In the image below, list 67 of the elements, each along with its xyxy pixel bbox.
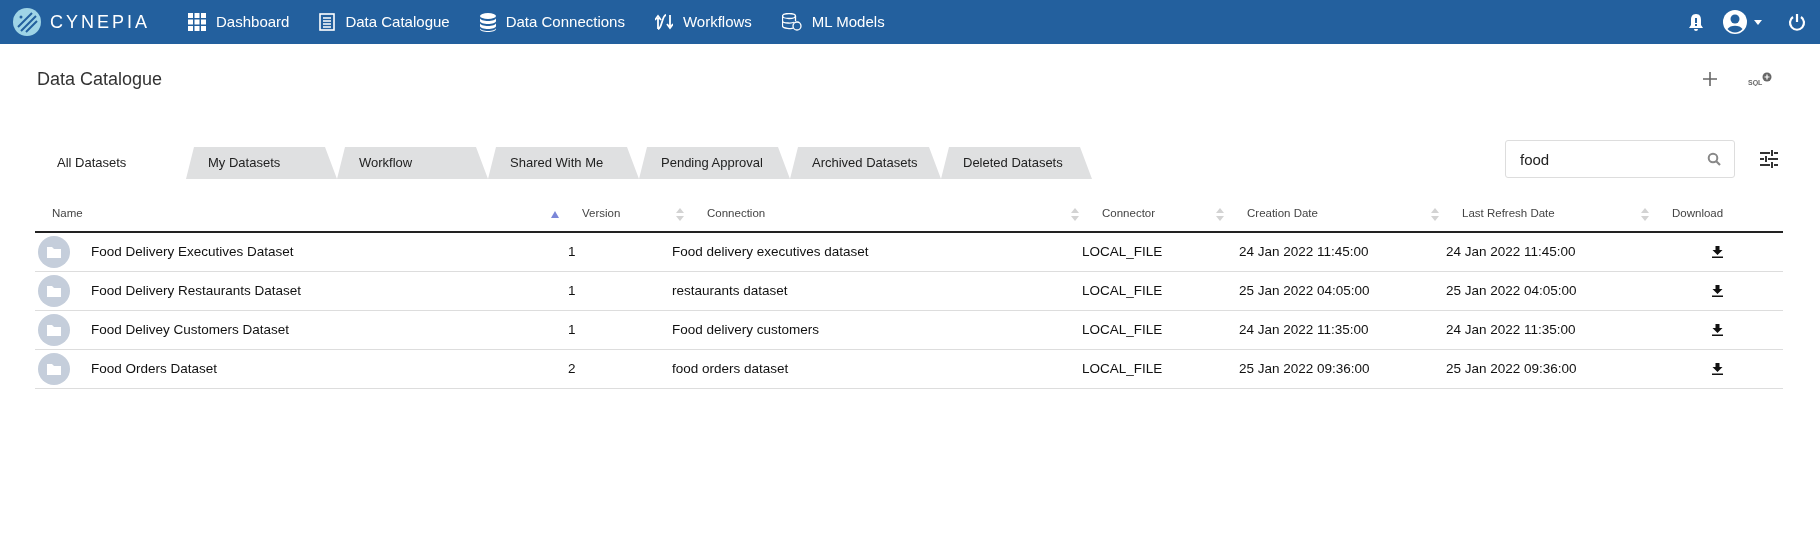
table-cell-text: 24 Jan 2022 11:45:00 <box>1239 242 1369 261</box>
table-cell-text: 25 Jan 2022 04:05:00 <box>1446 281 1577 300</box>
table-cell-text: LOCAL_FILE <box>1082 242 1163 261</box>
table-cell-text: 25 Jan 2022 09:36:00 <box>1446 359 1577 378</box>
download-icon[interactable] <box>1711 363 1723 375</box>
folder-icon <box>38 275 70 307</box>
column-header[interactable]: Last Refresh Date <box>1462 205 1555 223</box>
table-cell-text: Food Orders Dataset <box>91 359 218 378</box>
logo-text: CYNEPIA <box>50 10 151 34</box>
bell-icon[interactable] <box>1688 12 1704 32</box>
table-cell-text: Food Delivery Restaurants Dataset <box>91 281 302 300</box>
tab[interactable]: My Datasets <box>186 147 337 179</box>
column-header[interactable]: Connection <box>707 205 766 223</box>
download-icon[interactable] <box>1711 324 1723 336</box>
tab[interactable]: Archived Datasets <box>790 147 941 179</box>
nav-link[interactable]: Data Catalogue <box>319 10 450 34</box>
table-cell-text: Food Delivey Customers Dataset <box>91 320 290 339</box>
document-icon <box>319 13 336 31</box>
arrows-up-down-icon <box>654 14 673 30</box>
tab[interactable]: Deleted Datasets <box>941 147 1092 179</box>
search-field[interactable]: food <box>1505 140 1735 178</box>
nav-link[interactable]: Workflows <box>654 10 752 34</box>
table-cell-text: 24 Jan 2022 11:35:00 <box>1239 320 1369 339</box>
column-header[interactable]: Download <box>1672 205 1724 223</box>
table-cell-text: Food Delivery Executives Dataset <box>91 242 294 261</box>
table-cell-text: Food delivery customers <box>672 320 820 339</box>
column-header[interactable]: Creation Date <box>1247 205 1318 223</box>
column-header[interactable]: Name <box>52 205 83 223</box>
user-menu-button[interactable] <box>1722 9 1762 35</box>
power-icon[interactable] <box>1788 13 1806 31</box>
table-cell-text: 24 Jan 2022 11:35:00 <box>1446 320 1576 339</box>
add-icon[interactable] <box>1702 71 1718 87</box>
download-icon[interactable] <box>1711 285 1723 297</box>
table-cell-text: LOCAL_FILE <box>1082 281 1163 300</box>
grid-icon <box>188 13 207 31</box>
folder-icon <box>38 314 70 346</box>
table-cell-text: 1 <box>568 281 576 300</box>
table-cell-text: food orders dataset <box>672 359 789 378</box>
table-cell-text: 2 <box>568 359 576 378</box>
table-cell-text: 1 <box>568 242 576 261</box>
logo-icon <box>12 7 42 37</box>
download-icon[interactable] <box>1711 246 1723 258</box>
nav-link[interactable]: ML Models <box>781 10 885 34</box>
table-cell-text: 24 Jan 2022 11:45:00 <box>1446 242 1576 261</box>
table-cell-text: restaurants dataset <box>672 281 788 300</box>
table-cell-text: LOCAL_FILE <box>1082 320 1163 339</box>
nav-link[interactable]: Data Connections <box>479 10 625 34</box>
table-cell-text: 25 Jan 2022 04:05:00 <box>1239 281 1370 300</box>
search-icon[interactable] <box>1707 152 1721 166</box>
column-header[interactable]: Version <box>582 205 621 223</box>
page-title: Data Catalogue <box>37 67 163 91</box>
column-header[interactable]: Connector <box>1102 205 1156 223</box>
tab[interactable]: Workflow <box>337 147 488 179</box>
table-cell-text: 1 <box>568 320 576 339</box>
sort-ascending-icon[interactable] <box>551 210 559 218</box>
table-cell-text: LOCAL_FILE <box>1082 359 1163 378</box>
nav-link[interactable]: Dashboard <box>188 10 290 34</box>
folder-icon <box>38 236 70 268</box>
filter-settings-icon[interactable] <box>1760 150 1778 168</box>
table-cell-text: Food delivery executives dataset <box>672 242 869 261</box>
folder-icon <box>38 353 70 385</box>
table-cell-text: 25 Jan 2022 09:36:00 <box>1239 359 1370 378</box>
database-icon <box>479 12 496 32</box>
user-avatar-icon <box>1722 9 1748 35</box>
caret-icon <box>1754 19 1762 25</box>
tab[interactable]: Shared With Me <box>488 147 639 179</box>
tab[interactable]: Pending Approval <box>639 147 790 179</box>
